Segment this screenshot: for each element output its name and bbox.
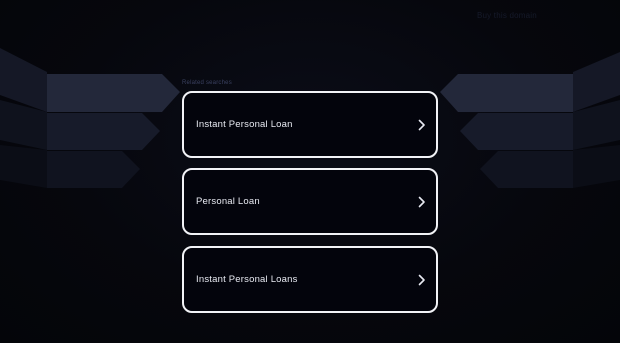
related-search-label: Instant Personal Loans [196, 274, 298, 285]
chevron-right-icon [417, 119, 427, 131]
related-search-item[interactable]: Instant Personal Loan [182, 91, 438, 158]
related-search-item[interactable]: Personal Loan [182, 168, 438, 235]
chevron-right-icon [417, 274, 427, 286]
chevron-right-icon [417, 196, 427, 208]
related-search-item[interactable]: Instant Personal Loans [182, 246, 438, 313]
related-searches-heading: Related searches [182, 80, 232, 86]
buy-domain-link[interactable]: Buy this domain [477, 11, 537, 20]
related-search-label: Instant Personal Loan [196, 119, 293, 130]
parked-domain-page: Buy this domain Related searches Instant… [0, 0, 620, 343]
related-search-label: Personal Loan [196, 196, 260, 207]
